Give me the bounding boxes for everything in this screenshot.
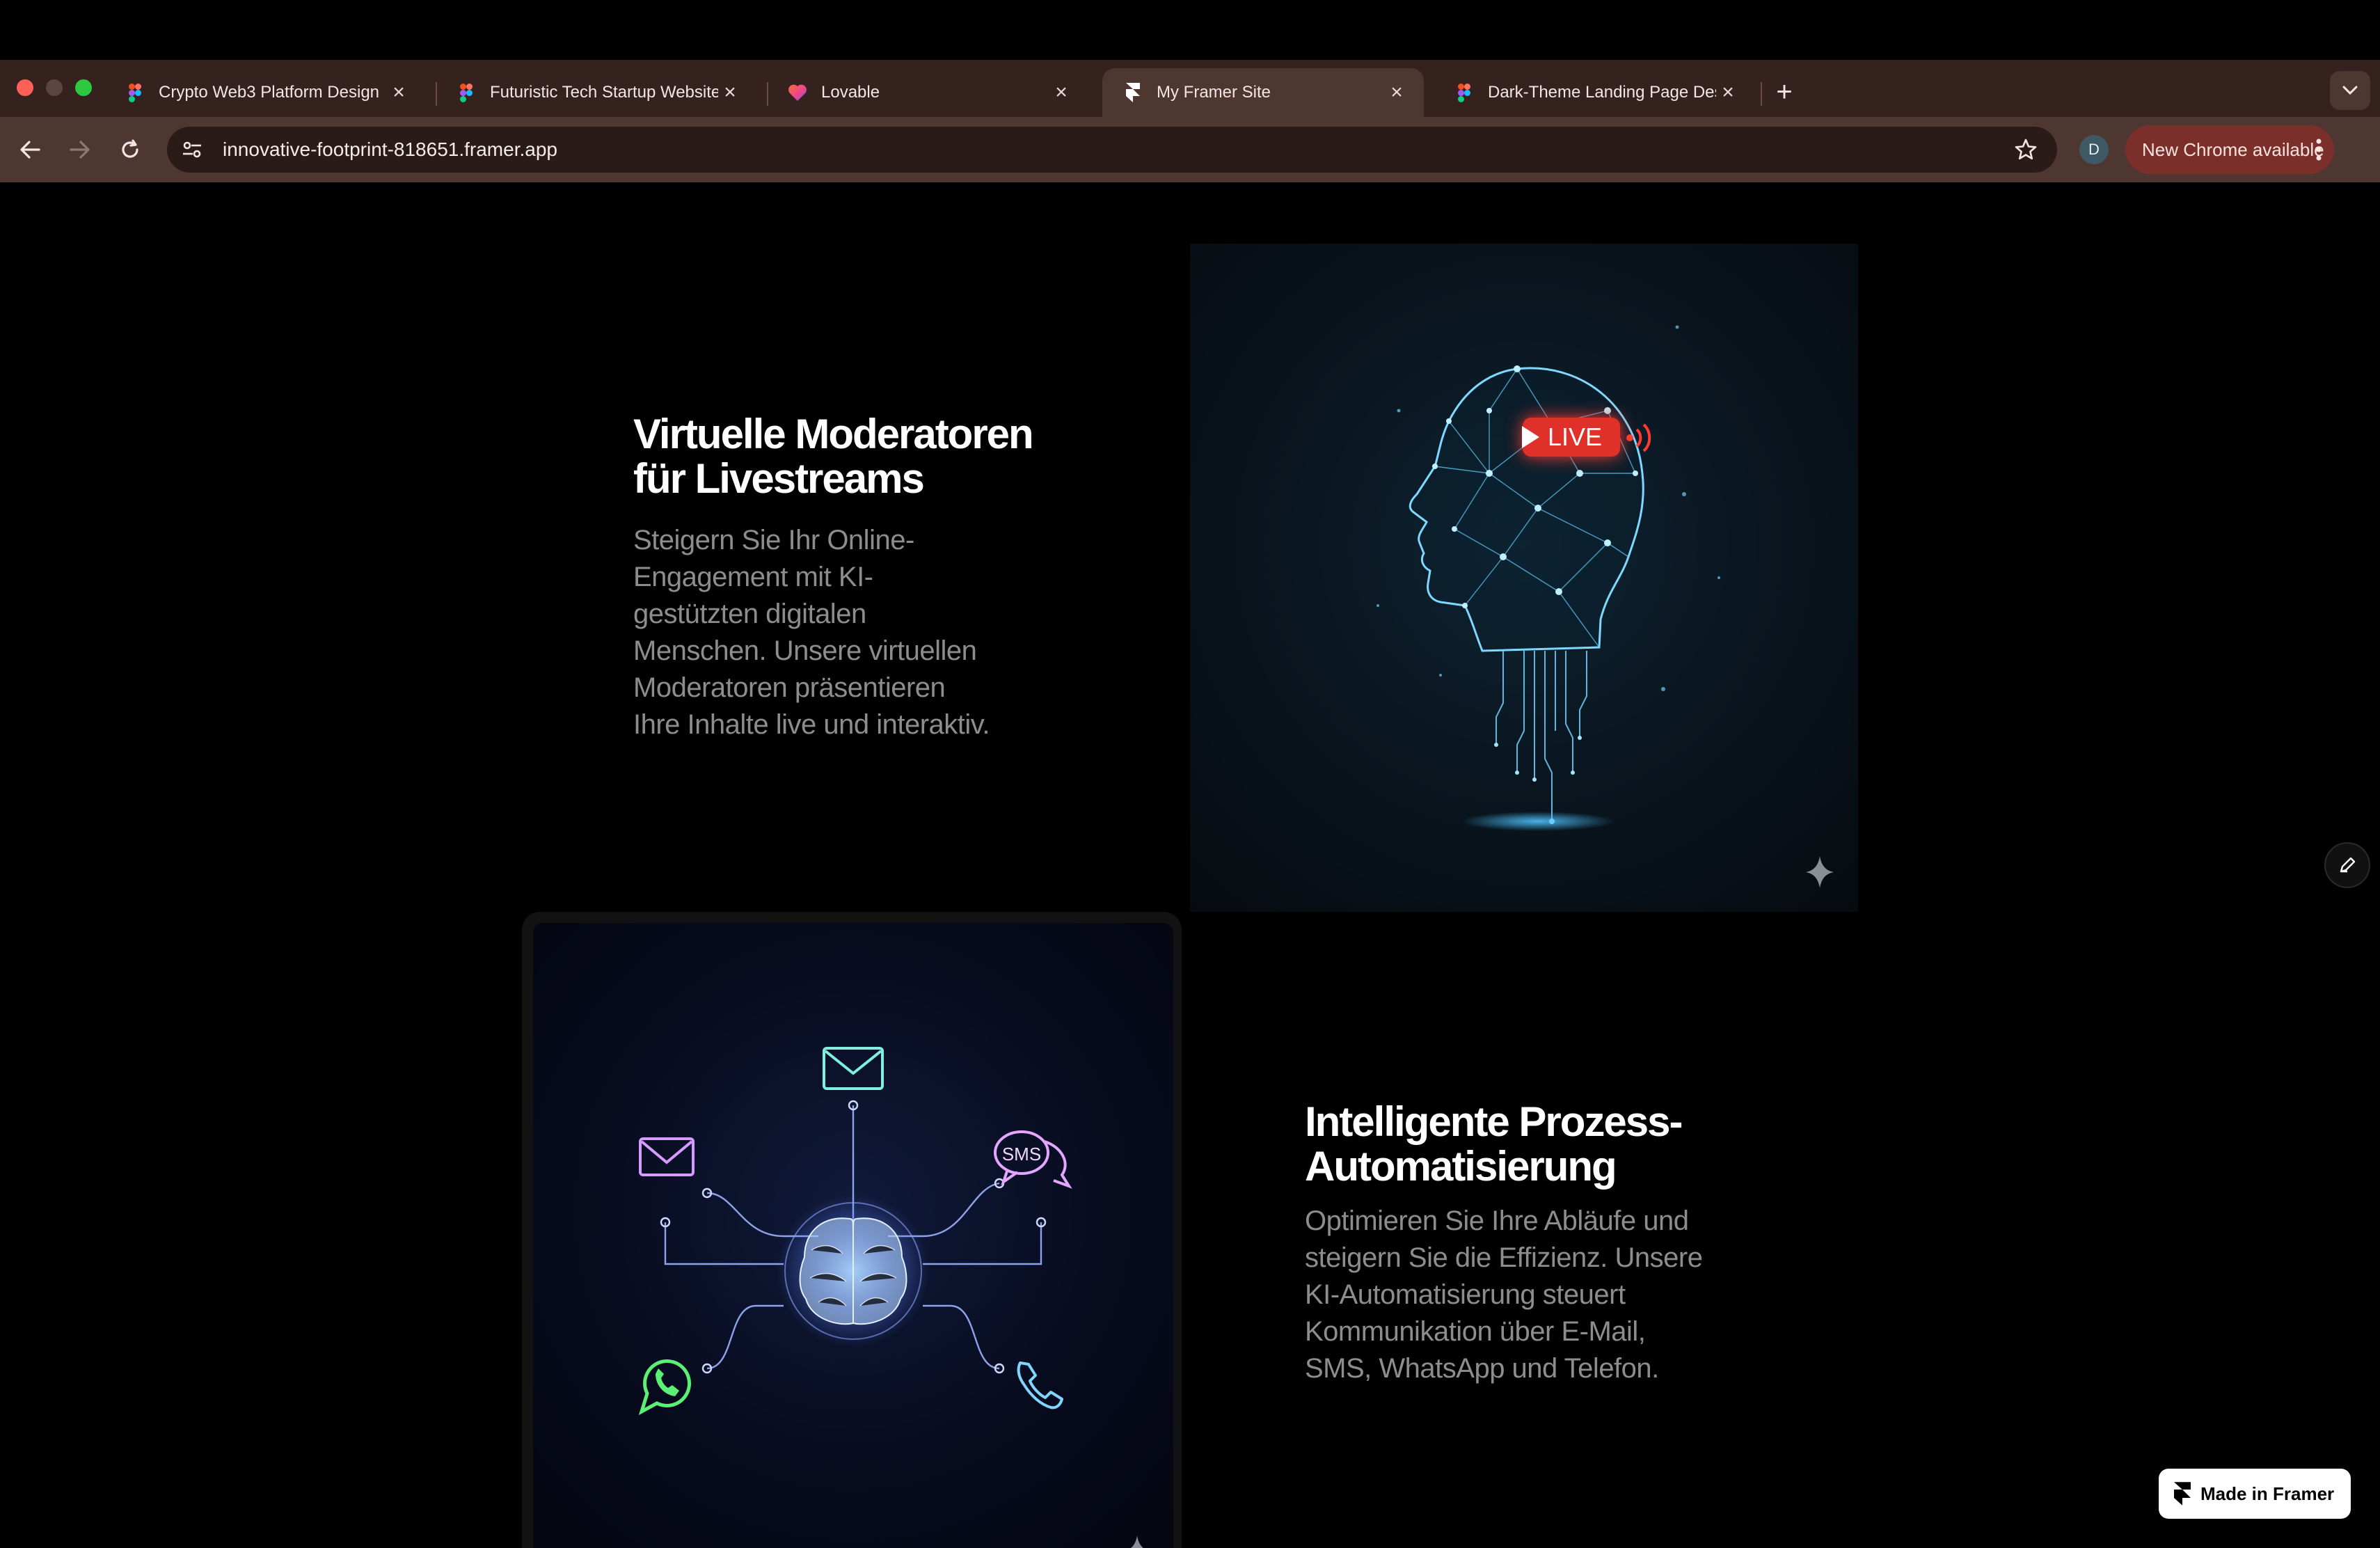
mail-icon-top (823, 1047, 884, 1090)
browser-toolbar: innovative-footprint-818651.framer.app D… (0, 117, 2380, 182)
automation-brain-image: SMS (533, 923, 1173, 1548)
lovable-heart-icon (788, 83, 807, 102)
plus-icon: + (1776, 76, 1793, 107)
body-line: Ihre Inhalte live und interaktiv. (633, 709, 990, 740)
body-line: gestützten digitalen (633, 599, 866, 629)
chevron-down-icon (2342, 86, 2358, 95)
tab-strip: Crypto Web3 Platform Design × Futuristic… (0, 60, 2380, 117)
close-icon[interactable]: × (1716, 81, 1740, 104)
framer-page: Virtuelle Moderatoren für Livestreams St… (0, 182, 2380, 1548)
body-line: Optimieren Sie Ihre Abläufe und (1305, 1206, 1689, 1236)
arrow-left-icon (20, 141, 40, 159)
edit-button[interactable] (2324, 842, 2370, 888)
body-line: Engagement mit KI- (633, 562, 873, 592)
heading-line: für Livestreams (633, 455, 925, 502)
bookmark-star-icon[interactable] (2014, 138, 2038, 161)
section-heading-process-automation: Intelligente Prozess- Automatisierung (1305, 1098, 1683, 1190)
tab-title: Dark-Theme Landing Page Design (1488, 83, 1716, 102)
play-icon (1522, 426, 1539, 448)
section-heading-virtual-moderators: Virtuelle Moderatoren für Livestreams (633, 411, 1034, 502)
forward-button[interactable] (61, 131, 99, 168)
section-body-process-automation: Optimieren Sie Ihre Abläufe und steigern… (1305, 1203, 1703, 1387)
body-line: Kommunikation über E-Mail, (1305, 1316, 1646, 1347)
tab-title: My Framer Site (1157, 83, 1271, 102)
tab-title: Lovable (821, 83, 880, 102)
close-icon[interactable]: × (1385, 81, 1409, 104)
body-line: steigern Sie die Effizienz. Unsere (1305, 1242, 1703, 1273)
tab-dark-theme-landing[interactable]: Dark-Theme Landing Page Design × (1434, 68, 1755, 117)
phone-icon (1017, 1361, 1063, 1409)
profile-avatar[interactable]: D (2079, 135, 2109, 164)
reload-button[interactable] (111, 131, 149, 168)
live-label: LIVE (1548, 422, 1603, 451)
figma-icon (125, 83, 145, 102)
maximize-window-button[interactable] (75, 79, 92, 96)
badge-label: Made in Framer (2200, 1483, 2335, 1504)
sparkle-icon (1131, 1535, 1143, 1548)
tab-futuristic-tech[interactable]: Futuristic Tech Startup Website × (436, 68, 757, 117)
sms-label: SMS (1002, 1144, 1041, 1164)
body-line: Steigern Sie Ihr Online- (633, 525, 914, 555)
browser-window-chrome: Crypto Web3 Platform Design × Futuristic… (0, 60, 2380, 182)
framer-icon (1123, 83, 1143, 102)
tab-lovable[interactable]: Lovable × (767, 68, 1088, 117)
new-chrome-available-button[interactable]: New Chrome available (2125, 125, 2334, 174)
back-button[interactable] (11, 131, 49, 168)
close-window-button[interactable] (17, 79, 33, 96)
broadcast-signal-icon (1626, 423, 1651, 452)
kebab-menu-icon[interactable] (2316, 137, 2322, 167)
reload-icon (122, 139, 138, 158)
update-label: New Chrome available (2142, 139, 2324, 160)
tab-title: Futuristic Tech Startup Website (490, 83, 718, 102)
arrow-right-icon (70, 141, 90, 159)
heading-line: Automatisierung (1305, 1143, 1617, 1190)
site-settings-icon[interactable] (180, 137, 205, 162)
framer-icon (2174, 1482, 2191, 1506)
pencil-icon (2340, 857, 2356, 873)
made-in-framer-badge[interactable]: Made in Framer (2159, 1469, 2351, 1519)
close-icon[interactable]: × (1049, 81, 1073, 104)
communication-network-illustration: SMS (638, 1047, 1143, 1548)
body-line: KI-Automatisierung steuert (1305, 1279, 1626, 1310)
minimize-window-button[interactable] (46, 79, 63, 96)
macos-menu-bar (0, 0, 2380, 60)
body-line: Moderatoren präsentieren (633, 672, 946, 703)
body-line: SMS, WhatsApp und Telefon. (1305, 1353, 1659, 1384)
figma-icon (1454, 83, 1474, 102)
live-badge: LIVE (1522, 418, 1620, 457)
new-tab-button[interactable]: + (1768, 75, 1801, 109)
neural-head-illustration (1377, 325, 1834, 888)
heading-line: Virtuelle Moderatoren (633, 411, 1034, 457)
url-text: innovative-footprint-818651.framer.app (223, 139, 557, 160)
tab-separator (1761, 82, 1762, 106)
tab-search-button[interactable] (2330, 71, 2370, 110)
tab-title: Crypto Web3 Platform Design (159, 83, 380, 102)
section-body-virtual-moderators: Steigern Sie Ihr Online- Engagement mit … (633, 522, 990, 743)
tab-my-framer-site[interactable]: My Framer Site × (1102, 68, 1424, 117)
address-bar[interactable]: innovative-footprint-818651.framer.app (167, 127, 2057, 173)
mail-icon-left (639, 1137, 695, 1176)
tab-crypto-web3[interactable]: Crypto Web3 Platform Design × (104, 68, 426, 117)
avatar-initial: D (2088, 141, 2100, 158)
heading-line: Intelligente Prozess- (1305, 1098, 1683, 1145)
ai-head-live-image: LIVE (1190, 244, 1858, 912)
close-icon[interactable]: × (718, 81, 742, 104)
body-line: Menschen. Unsere virtuellen (633, 635, 977, 666)
close-icon[interactable]: × (387, 81, 411, 104)
figma-icon (457, 83, 476, 102)
sparkle-icon (1806, 856, 1834, 888)
